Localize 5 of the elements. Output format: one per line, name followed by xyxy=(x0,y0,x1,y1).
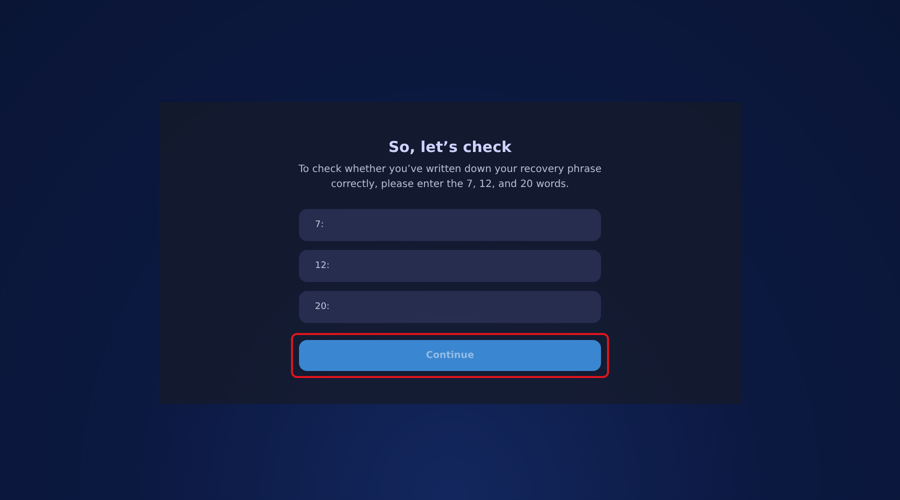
word-field[interactable]: 7: xyxy=(299,209,601,241)
word-field[interactable]: 20: xyxy=(299,291,601,323)
dialog-description: To check whether you’ve written down your recovery phrase correctly, please enter the 7, 12, and 20 words. xyxy=(298,163,602,192)
dialog-title: So, let’s check xyxy=(388,138,512,156)
word-field[interactable]: 12: xyxy=(299,250,601,282)
